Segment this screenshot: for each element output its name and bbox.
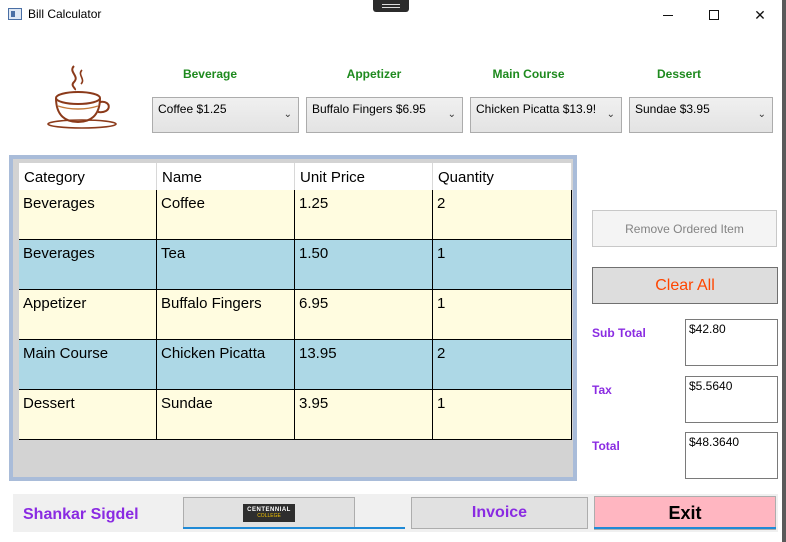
column-header-quantity[interactable]: Quantity (433, 163, 572, 190)
bill-calculator-window: Bill Calculator ✕ Beverage Appetizer Mai… (0, 0, 786, 542)
beverage-selected-value: Coffee $1.25 (158, 102, 227, 116)
minimize-button[interactable] (645, 0, 691, 30)
close-button[interactable]: ✕ (737, 0, 783, 30)
column-header-name[interactable]: Name (157, 163, 295, 190)
cell-category[interactable]: Beverages (19, 190, 157, 239)
total-label: Total (592, 439, 620, 453)
cell-unit-price[interactable]: 3.95 (295, 390, 433, 439)
dessert-selected-value: Sundae $3.95 (635, 102, 710, 116)
chevron-down-icon: ⌄ (757, 109, 766, 120)
cell-quantity[interactable]: 1 (433, 240, 572, 289)
chevron-down-icon: ⌄ (606, 109, 615, 120)
focus-underline (183, 527, 405, 529)
window-edge (782, 0, 786, 542)
cell-unit-price[interactable]: 1.50 (295, 240, 433, 289)
beverage-dropdown[interactable]: Coffee $1.25 ⌄ (152, 97, 299, 133)
cell-quantity[interactable]: 1 (433, 390, 572, 439)
cell-name[interactable]: Chicken Picatta (157, 340, 295, 389)
grid-header-row: Category Name Unit Price Quantity (19, 163, 572, 190)
column-header-category[interactable]: Category (19, 163, 157, 190)
remove-ordered-item-button[interactable]: Remove Ordered Item (592, 210, 777, 247)
subtotal-label: Sub Total (592, 326, 646, 340)
appetizer-selected-value: Buffalo Fingers $6.95 (312, 102, 426, 116)
cell-name[interactable]: Sundae (157, 390, 295, 439)
title-bar: Bill Calculator ✕ (0, 0, 782, 30)
chevron-down-icon: ⌄ (283, 109, 292, 120)
centennial-college-logo: CENTENNIAL COLLEGE (243, 504, 295, 522)
appetizer-dropdown[interactable]: Buffalo Fingers $6.95 ⌄ (306, 97, 463, 133)
maximize-button[interactable] (691, 0, 737, 30)
table-row[interactable]: Main Course Chicken Picatta 13.95 2 (19, 340, 572, 390)
focus-underline (594, 527, 776, 529)
cell-unit-price[interactable]: 13.95 (295, 340, 433, 389)
app-icon (8, 8, 22, 20)
appetizer-label: Appetizer (346, 67, 402, 81)
subtotal-field[interactable]: $42.80 (685, 319, 778, 366)
cell-name[interactable]: Tea (157, 240, 295, 289)
invoice-button[interactable]: Invoice (411, 497, 588, 529)
cell-quantity[interactable]: 2 (433, 340, 572, 389)
tax-label: Tax (592, 383, 612, 397)
coffee-cup-icon (47, 65, 117, 129)
snap-grip-handle[interactable] (373, 0, 409, 12)
cell-unit-price[interactable]: 1.25 (295, 190, 433, 239)
chevron-down-icon: ⌄ (447, 109, 456, 120)
minimize-icon (663, 14, 673, 16)
cell-category[interactable]: Dessert (19, 390, 157, 439)
cell-category[interactable]: Beverages (19, 240, 157, 289)
table-row[interactable]: Beverages Tea 1.50 1 (19, 240, 572, 290)
clear-all-button[interactable]: Clear All (592, 267, 778, 304)
tax-field[interactable]: $5.5640 (685, 376, 778, 423)
total-field[interactable]: $48.3640 (685, 432, 778, 479)
main-course-dropdown[interactable]: Chicken Picatta $13.9! ⌄ (470, 97, 622, 133)
cell-unit-price[interactable]: 6.95 (295, 290, 433, 339)
beverage-label: Beverage (182, 67, 238, 81)
cell-name[interactable]: Buffalo Fingers (157, 290, 295, 339)
author-name: Shankar Sigdel (23, 506, 139, 523)
exit-button[interactable]: Exit (594, 496, 776, 530)
cell-quantity[interactable]: 2 (433, 190, 572, 239)
column-header-unit-price[interactable]: Unit Price (295, 163, 433, 190)
college-logo-button[interactable]: CENTENNIAL COLLEGE (183, 497, 355, 529)
dessert-dropdown[interactable]: Sundae $3.95 ⌄ (629, 97, 773, 133)
main-course-selected-value: Chicken Picatta $13.9! (476, 102, 597, 116)
table-row[interactable]: Appetizer Buffalo Fingers 6.95 1 (19, 290, 572, 340)
table-row[interactable]: Beverages Coffee 1.25 2 (19, 190, 572, 240)
window-title: Bill Calculator (28, 7, 102, 21)
table-row[interactable]: Dessert Sundae 3.95 1 (19, 390, 572, 440)
order-grid[interactable]: Category Name Unit Price Quantity Bevera… (9, 155, 577, 481)
dessert-label: Dessert (656, 67, 702, 81)
cell-quantity[interactable]: 1 (433, 290, 572, 339)
cell-name[interactable]: Coffee (157, 190, 295, 239)
maximize-icon (709, 10, 719, 20)
cell-category[interactable]: Appetizer (19, 290, 157, 339)
close-icon: ✕ (754, 6, 766, 23)
cell-category[interactable]: Main Course (19, 340, 157, 389)
main-course-label: Main Course (492, 67, 565, 81)
logo-line-2: COLLEGE (257, 513, 281, 519)
